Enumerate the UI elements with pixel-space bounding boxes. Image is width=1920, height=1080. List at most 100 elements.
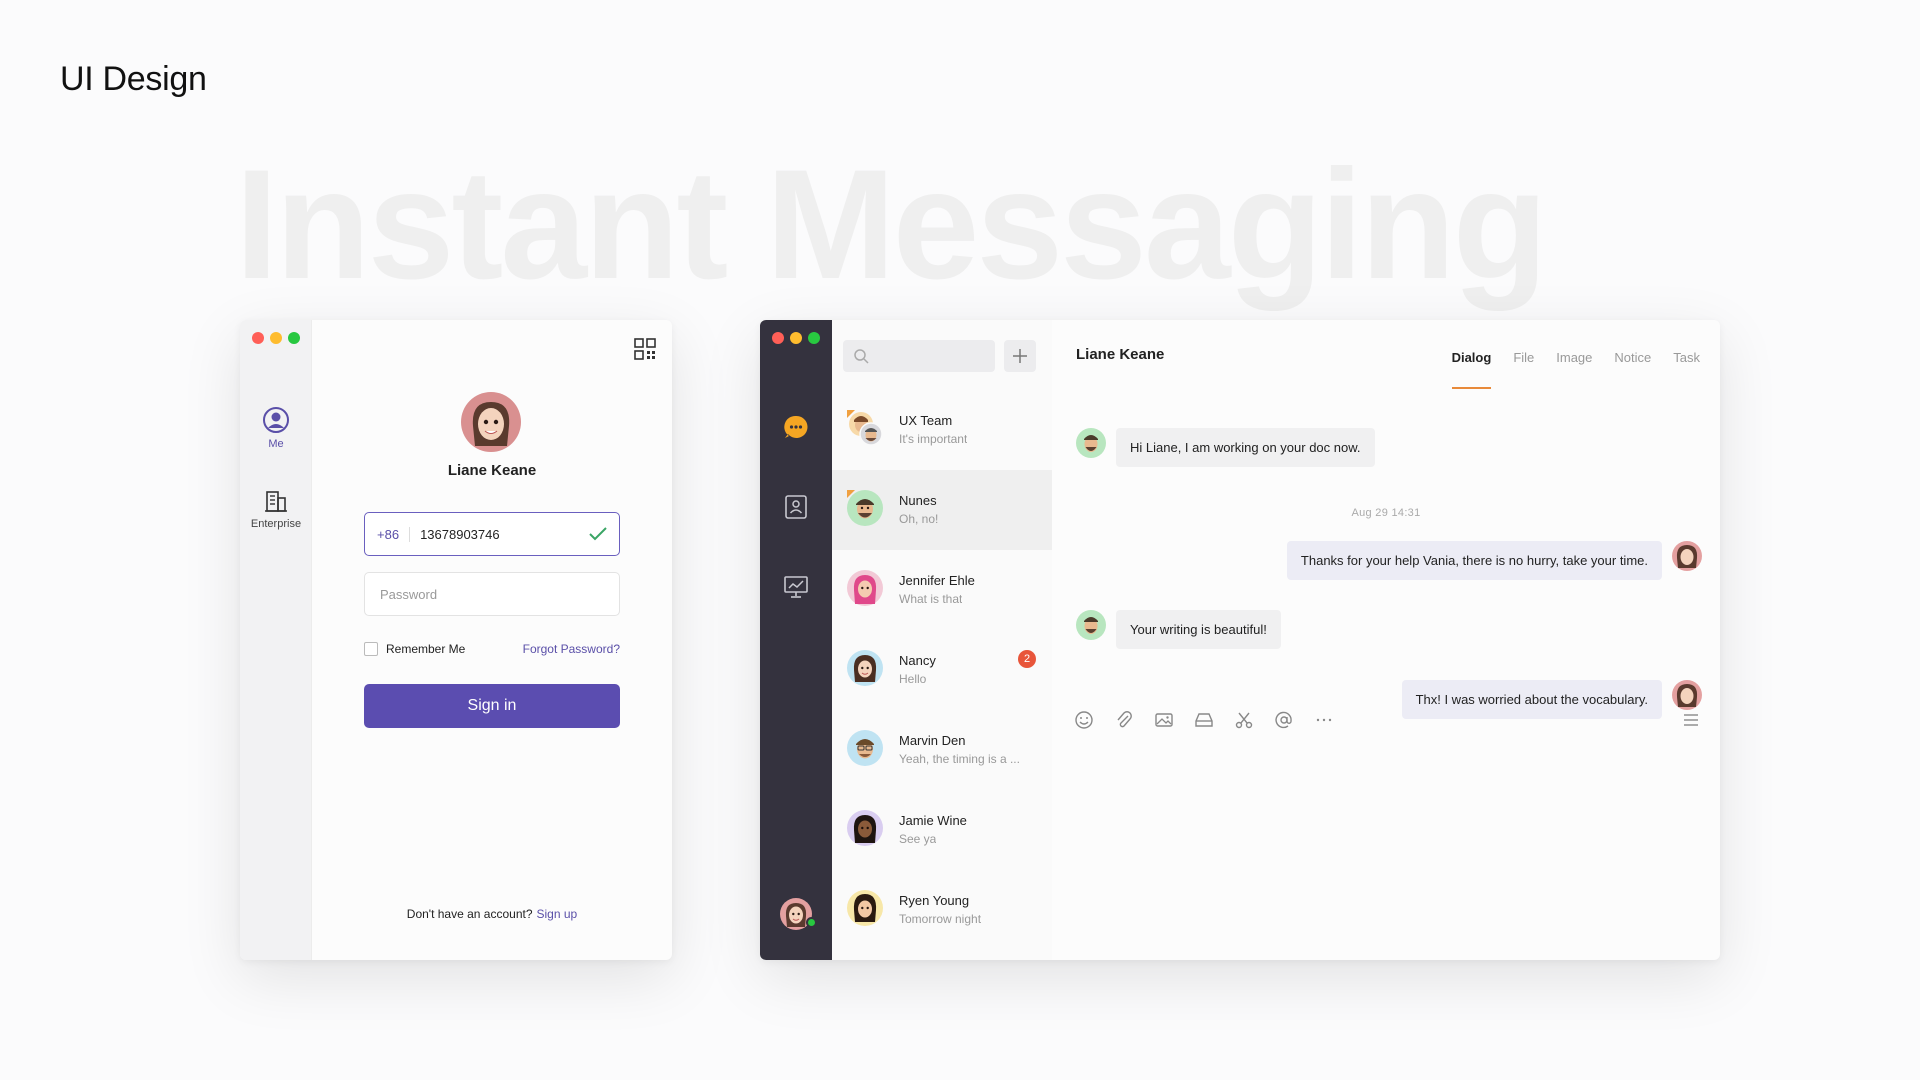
conversation-name: Nancy	[899, 653, 936, 668]
presentation-chart-icon	[784, 576, 808, 598]
image-icon	[1155, 713, 1173, 727]
phone-field[interactable]: +86 13678903746	[364, 512, 620, 556]
phone-input[interactable]: 13678903746	[410, 527, 589, 542]
sidebar-item-enterprise[interactable]: Enterprise	[240, 488, 312, 530]
list-item[interactable]: UX Team It's important	[832, 390, 1052, 470]
conversation-list: UX Team It's important Nunes Oh, no! Jen…	[832, 320, 1052, 960]
list-item[interactable]: Nancy Hello 2	[832, 630, 1052, 710]
avatar	[847, 730, 883, 766]
sidebar-item-me[interactable]: Me	[240, 406, 312, 450]
building-icon	[265, 491, 287, 512]
message-timestamp: Aug 29 14:31	[1351, 507, 1421, 519]
plus-icon	[1013, 349, 1027, 363]
checkmark-icon	[589, 527, 607, 541]
chat-contact-name: Liane Keane	[1076, 346, 1165, 363]
close-window-button[interactable]	[252, 332, 264, 344]
avatar	[1672, 541, 1702, 571]
chat-window: UX Team It's important Nunes Oh, no! Jen…	[760, 320, 1720, 960]
avatar	[1672, 680, 1702, 710]
conversation-preview: Yeah, the timing is a ...	[899, 752, 1020, 766]
search-input[interactable]	[843, 340, 995, 372]
list-item[interactable]: Ryen Young Tomorrow night	[832, 870, 1052, 950]
at-icon	[1275, 711, 1292, 729]
sign-up-link[interactable]: Sign up	[537, 907, 578, 921]
list-item[interactable]: Jennifer Ehle What is that	[832, 550, 1052, 630]
sign-in-button[interactable]: Sign in	[364, 684, 620, 728]
maximize-window-button[interactable]	[808, 332, 820, 344]
conversation-preview: See ya	[899, 832, 937, 846]
chat-tabs: Dialog File Image Notice Task	[1451, 350, 1700, 389]
new-chat-button[interactable]	[1004, 340, 1036, 372]
screenshot-button[interactable]	[1234, 710, 1254, 730]
password-input[interactable]	[364, 572, 620, 616]
rail-item-messages[interactable]	[760, 414, 832, 440]
message-bubble: Thanks for your help Vania, there is no …	[1286, 541, 1662, 580]
rail-item-analytics[interactable]	[760, 574, 832, 600]
conversation-preview: What is that	[899, 592, 963, 606]
chat-bubble-icon	[784, 415, 808, 438]
minimize-window-button[interactable]	[790, 332, 802, 344]
image-button[interactable]	[1154, 710, 1174, 730]
avatar	[847, 890, 883, 926]
qr-code-icon[interactable]	[634, 338, 656, 360]
menu-lines-icon[interactable]	[1682, 712, 1700, 728]
hero-title: Instant Messaging	[235, 138, 1548, 312]
avatar	[1076, 428, 1106, 458]
avatar	[847, 490, 883, 526]
remember-checkbox[interactable]	[364, 642, 378, 656]
conversation-preview: Hello	[899, 672, 927, 686]
conversation-preview: It's important	[899, 432, 968, 446]
close-window-button[interactable]	[772, 332, 784, 344]
list-item[interactable]: Jamie Wine See ya	[832, 790, 1052, 870]
attach-button[interactable]	[1114, 710, 1134, 730]
folder-button[interactable]	[1194, 710, 1214, 730]
conversation-name: UX Team	[899, 413, 953, 428]
conversation-name: Ryen Young	[899, 893, 970, 908]
maximize-window-button[interactable]	[288, 332, 300, 344]
user-name: Liane Keane	[447, 462, 537, 479]
more-icon	[1316, 718, 1332, 722]
list-item[interactable]: Marvin Den Yeah, the timing is a ...	[832, 710, 1052, 790]
avatar	[1076, 610, 1106, 640]
message-bubble: Thx! I was worried about the vocabulary.	[1401, 680, 1662, 719]
search-icon	[854, 349, 869, 364]
emoji-button[interactable]	[1074, 710, 1094, 730]
tab-notice[interactable]: Notice	[1614, 350, 1651, 365]
avatar	[847, 570, 883, 606]
tab-file[interactable]: File	[1513, 350, 1534, 365]
signup-prompt: Don't have an account?	[406, 907, 533, 921]
remember-me[interactable]: Remember Me	[364, 642, 465, 656]
emoji-icon	[1075, 711, 1093, 729]
login-sidebar: Me Enterprise	[240, 320, 312, 960]
mention-button[interactable]	[1274, 710, 1294, 730]
forgot-password-link[interactable]: Forgot Password?	[523, 642, 620, 656]
message-bubble: Your writing is beautiful!	[1116, 610, 1281, 649]
page-label: UI Design	[60, 60, 207, 98]
minimize-window-button[interactable]	[270, 332, 282, 344]
folder-icon	[1195, 713, 1213, 727]
conversation-name: Marvin Den	[899, 733, 966, 748]
unread-badge: 2	[1018, 650, 1036, 668]
avatar	[461, 392, 521, 452]
sidebar-item-label: Me	[268, 438, 284, 450]
group-avatar	[847, 410, 883, 446]
tab-task[interactable]: Task	[1673, 350, 1700, 365]
attachment-icon	[1117, 711, 1132, 728]
online-status-indicator	[806, 917, 817, 928]
avatar	[847, 810, 883, 846]
country-code-select[interactable]: +86	[377, 526, 411, 542]
composer-toolbar	[1074, 710, 1334, 730]
list-item[interactable]: Nunes Oh, no!	[832, 470, 1052, 550]
conversation-name: Nunes	[899, 493, 937, 508]
rail-item-contacts[interactable]	[760, 494, 832, 520]
conversation-preview: Oh, no!	[899, 512, 939, 526]
user-circle-icon	[263, 407, 289, 433]
tab-image[interactable]: Image	[1556, 350, 1592, 365]
remember-label: Remember Me	[386, 642, 466, 656]
tab-dialog[interactable]: Dialog	[1451, 350, 1491, 389]
signup-line: Don't have an account? Sign up	[312, 907, 672, 921]
scissors-icon	[1235, 712, 1253, 729]
more-button[interactable]	[1314, 710, 1334, 730]
conversation-name: Jamie Wine	[899, 813, 967, 828]
chat-panel: Liane Keane Dialog File Image Notice Tas…	[1052, 320, 1720, 960]
